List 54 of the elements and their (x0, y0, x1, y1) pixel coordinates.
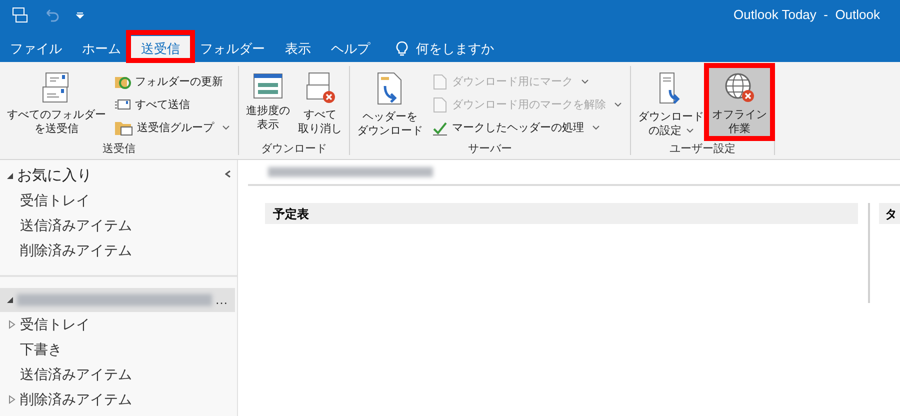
collapsed-triangle-icon[interactable] (8, 395, 16, 404)
caret-icon (222, 125, 230, 131)
calendar-header: 予定表 (265, 203, 858, 224)
folder-section-header[interactable]: … (0, 288, 235, 312)
customize-caret-icon[interactable] (76, 11, 84, 19)
ribbon-button[interactable]: すべてのフォルダー を送受信 (4, 68, 109, 138)
collapsed-triangle-icon[interactable] (8, 320, 16, 329)
expanded-triangle-icon[interactable] (6, 172, 14, 180)
ribbon-button[interactable]: オフライン 作業 (709, 68, 770, 138)
caret-icon (581, 79, 589, 85)
ribbon-tab[interactable]: フォルダー (190, 36, 275, 62)
send-receive-icon[interactable] (12, 7, 28, 23)
caret-icon (686, 128, 694, 134)
collapse-pane-icon[interactable] (225, 170, 231, 178)
ribbon-button[interactable]: 進捗度の 表示 (243, 68, 293, 138)
ribbon-button[interactable]: すべて送信 (111, 95, 234, 115)
folder-item[interactable]: 下書き (0, 337, 237, 362)
folder-item[interactable]: 削除済みアイテム (0, 238, 237, 263)
globe-offline-icon (724, 72, 756, 104)
ribbon-tab[interactable]: 表示 (275, 36, 321, 62)
window-title: Outlook Today - Outlook (734, 6, 880, 24)
group-label: ユーザー設定 (668, 142, 736, 156)
expanded-triangle-icon[interactable] (6, 296, 14, 304)
group-label: サーバー (467, 142, 513, 156)
ribbon-button[interactable]: ヘッダーを ダウンロード (354, 68, 426, 138)
group-label: ダウンロード (260, 142, 328, 156)
ribbon-button[interactable]: フォルダーの更新 (111, 72, 234, 92)
folder-section-header[interactable]: お気に入り (0, 164, 237, 188)
envelope-cancel-icon (304, 72, 336, 104)
folder-item[interactable]: 送信済みアイテム (0, 213, 237, 238)
folder-icon (115, 120, 133, 136)
ribbon-tab[interactable]: ヘルプ (321, 36, 380, 62)
ribbon-tab[interactable]: ファイル (0, 36, 72, 62)
ribbon-button[interactable]: マークしたヘッダーの処理 (428, 118, 626, 138)
progress-window-icon (253, 72, 283, 100)
ribbon-button[interactable]: すべて 取り消し (295, 68, 345, 138)
ribbon-tab[interactable]: ホーム (72, 36, 131, 62)
caret-icon (614, 102, 622, 108)
highlight-frame (126, 30, 195, 63)
folder-item[interactable]: 受信トレイ (0, 312, 237, 337)
ribbon-button[interactable]: 送受信グループ (111, 118, 234, 138)
page-icon (432, 74, 448, 90)
ribbon-button[interactable]: ダウンロード の設定 (635, 68, 707, 138)
refresh-icon (115, 74, 131, 90)
check-icon (432, 120, 448, 136)
folder-item[interactable]: 送信済みアイテム (0, 362, 237, 387)
folder-item[interactable]: 削除済みアイテム (0, 387, 237, 412)
caret-icon (592, 125, 600, 131)
lightbulb-icon (396, 41, 408, 57)
tell-me-field[interactable]: 何をしますか (396, 36, 494, 62)
page-icon (432, 97, 448, 113)
folder-item[interactable]: 受信トレイ (0, 188, 237, 213)
tasks-header: タ (879, 203, 900, 224)
group-label: 送受信 (102, 142, 136, 156)
